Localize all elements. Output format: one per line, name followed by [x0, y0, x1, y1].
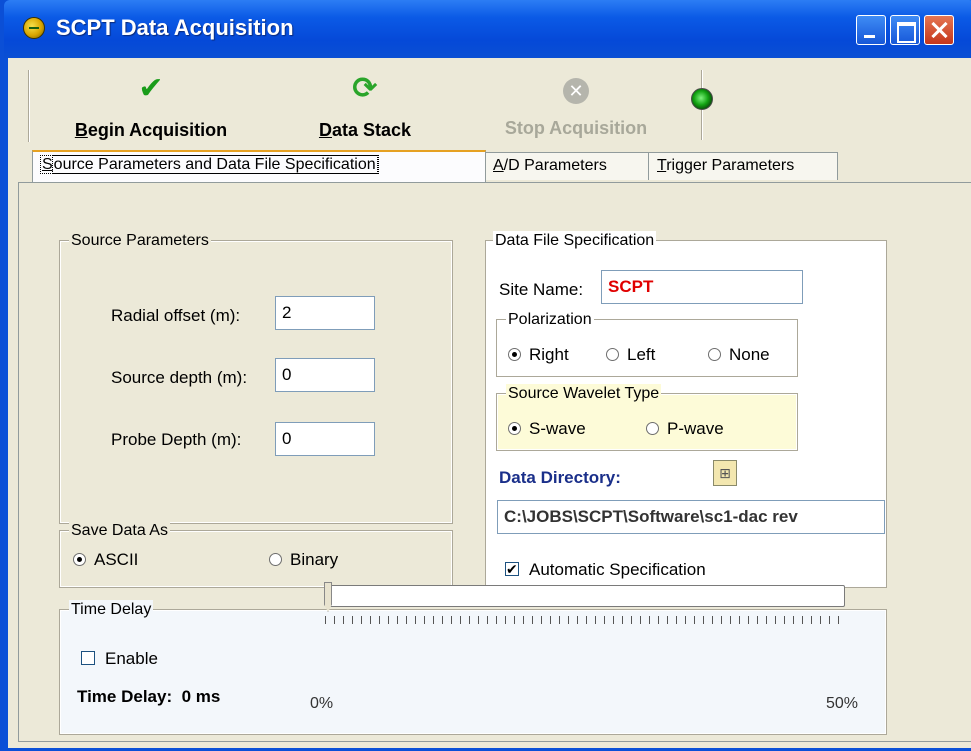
group-title: Time Delay: [69, 600, 154, 620]
radio-dot: [606, 348, 619, 361]
radio-dot: [508, 348, 521, 361]
stop-acquisition-button[interactable]: ✕ Stop Acquisition: [486, 72, 666, 142]
slider-ticks: [325, 616, 845, 624]
title-bar[interactable]: SCPT Data Acquisition: [4, 0, 971, 58]
s-wave-radio[interactable]: S-wave: [508, 419, 586, 439]
radial-offset-label: Radial offset (m):: [111, 306, 241, 325]
toolbar-separator: [28, 70, 30, 142]
maximize-button[interactable]: [890, 15, 920, 45]
tab-label: Source Parameters and Data File Specific…: [40, 155, 379, 174]
checkbox-box: [505, 559, 519, 579]
radio-dot: [508, 422, 521, 435]
checkmark-icon: ✔: [138, 72, 164, 105]
source-parameters-group: Source Parameters Radial offset (m): 2 S…: [59, 231, 453, 524]
refresh-icon: ⟳: [352, 72, 378, 105]
tab-trigger-parameters[interactable]: Trigger Parameters: [648, 152, 838, 180]
site-name-label: Site Name:: [499, 280, 584, 299]
probe-depth-label: Probe Depth (m):: [111, 430, 242, 449]
group-title: Source Parameters: [69, 231, 211, 251]
folder-browse-icon[interactable]: ⊞: [713, 460, 737, 486]
polarization-right-radio[interactable]: Right: [508, 345, 569, 365]
polarization-group: Polarization Right Left None: [496, 310, 798, 377]
polarization-left-radio[interactable]: Left: [606, 345, 655, 365]
close-button[interactable]: [924, 15, 954, 45]
source-wavelet-type-group: Source Wavelet Type S-wave P-wave: [496, 384, 798, 451]
p-wave-radio[interactable]: P-wave: [646, 419, 724, 439]
app-window: SCPT Data Acquisition ✔ Begin Acquisitio…: [0, 0, 971, 751]
group-title: Polarization: [506, 310, 594, 330]
radial-offset-input[interactable]: 2: [275, 296, 375, 330]
begin-acquisition-button[interactable]: ✔ Begin Acquisition: [56, 72, 246, 142]
save-data-as-group: Save Data As ASCII Binary: [59, 521, 453, 588]
source-depth-label: Source depth (m):: [111, 368, 248, 387]
stop-acquisition-label: Stop Acquisition: [504, 118, 648, 138]
green-led-icon: [691, 88, 713, 110]
group-title: Data File Specification: [493, 231, 657, 251]
source-depth-input[interactable]: 0: [275, 358, 375, 392]
automatic-specification-checkbox[interactable]: Automatic Specification: [505, 559, 706, 580]
enable-checkbox[interactable]: Enable: [81, 649, 158, 669]
slider-max-label: 50%: [826, 695, 859, 712]
slider-min-label: 0%: [310, 695, 334, 712]
time-delay-group: Time Delay Enable Time Delay: 0 ms: [59, 600, 887, 735]
data-stack-button[interactable]: ⟳ Data Stack: [300, 72, 430, 142]
data-directory-label: Data Directory:: [499, 468, 621, 487]
radio-dot: [708, 348, 721, 361]
radio-dot: [73, 553, 86, 566]
data-file-specification-group: Data File Specification Site Name: SCPT …: [485, 231, 887, 588]
site-name-input[interactable]: SCPT: [601, 270, 803, 304]
tab-ad-parameters[interactable]: A/D Parameters: [484, 152, 650, 180]
group-title: Source Wavelet Type: [506, 384, 662, 404]
probe-depth-input[interactable]: 0: [275, 422, 375, 456]
group-title: Save Data As: [69, 521, 170, 541]
ascii-radio[interactable]: ASCII: [73, 550, 138, 570]
toolbar: ✔ Begin Acquisition ⟳ Data Stack ✕ Stop …: [8, 58, 971, 146]
stop-circle-icon: ✕: [563, 78, 589, 104]
data-directory-input[interactable]: C:\JOBS\SCPT\Software\sc1-dac rev: [497, 500, 885, 534]
client-area: ✔ Begin Acquisition ⟳ Data Stack ✕ Stop …: [8, 58, 971, 748]
radio-dot: [269, 553, 282, 566]
begin-acquisition-label: Begin Acquisition: [74, 120, 228, 140]
tab-source-parameters[interactable]: Source Parameters and Data File Specific…: [32, 150, 486, 182]
checkbox-box: [81, 651, 95, 665]
data-stack-label: Data Stack: [318, 120, 412, 140]
polarization-none-radio[interactable]: None: [708, 345, 770, 365]
radio-dot: [646, 422, 659, 435]
time-delay-readout: Time Delay: 0 ms: [77, 687, 221, 706]
app-icon[interactable]: [23, 17, 45, 39]
time-delay-slider[interactable]: [325, 585, 845, 607]
window-title: SCPT Data Acquisition: [56, 15, 294, 40]
minimize-button[interactable]: [856, 15, 886, 45]
binary-radio[interactable]: Binary: [269, 550, 338, 570]
